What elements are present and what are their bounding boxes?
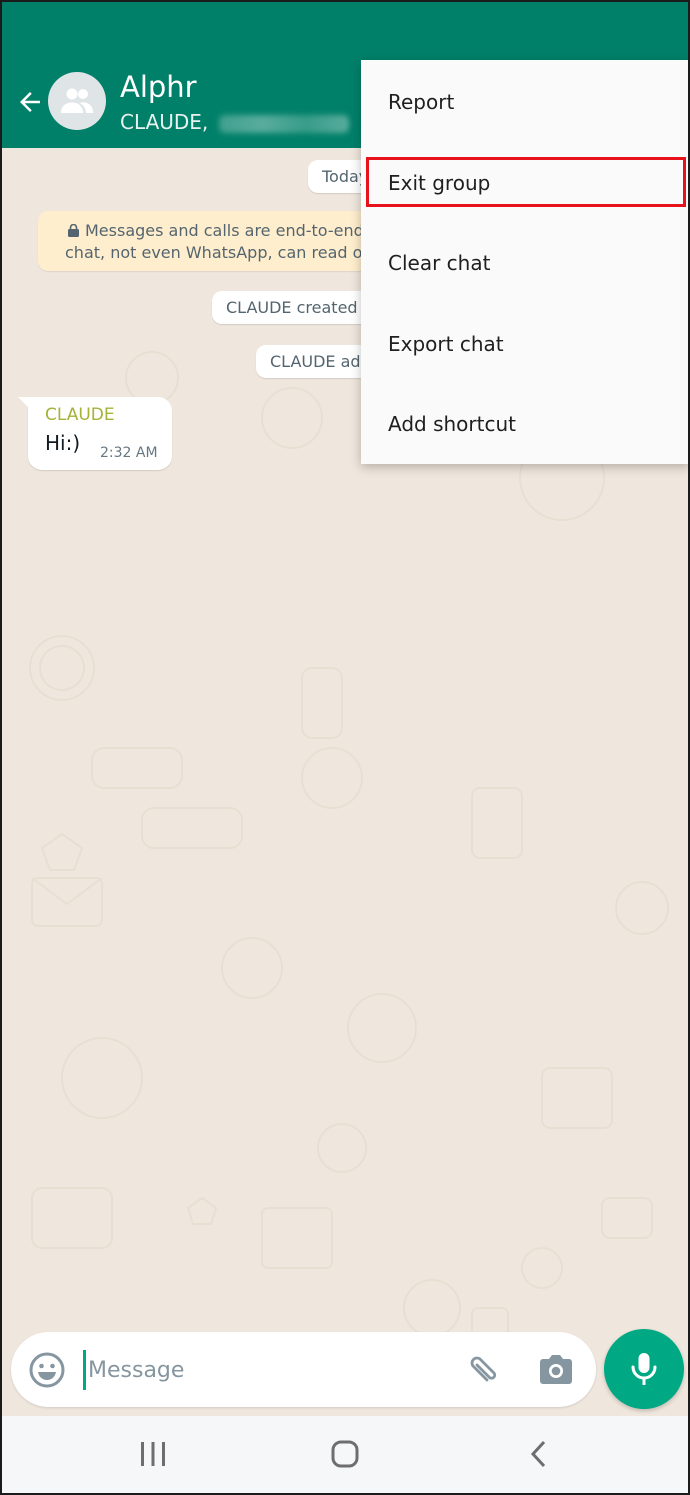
- menu-item-clear-chat[interactable]: Clear chat: [361, 223, 688, 303]
- microphone-icon: [631, 1353, 657, 1385]
- camera-button[interactable]: [536, 1350, 576, 1390]
- redacted-phone-number: [218, 114, 349, 133]
- recent-apps-icon: [141, 1442, 165, 1466]
- message-composer: [11, 1332, 596, 1407]
- menu-item-add-shortcut[interactable]: Add shortcut: [361, 384, 688, 464]
- encryption-notice-line2: chat, not even WhatsApp, can read or: [65, 243, 369, 262]
- attach-button[interactable]: [461, 1350, 501, 1390]
- group-avatar[interactable]: [48, 72, 106, 130]
- overflow-menu: Report Exit group Clear chat Export chat…: [361, 60, 688, 464]
- menu-item-export-chat[interactable]: Export chat: [361, 304, 688, 384]
- message-time: 2:32 AM: [100, 445, 158, 461]
- encryption-notice-line1: Messages and calls are end-to-end: [85, 221, 364, 240]
- message-text: Hi:): [45, 431, 81, 455]
- menu-item-report[interactable]: Report: [361, 62, 688, 142]
- message-bubble[interactable]: CLAUDE Hi:) 2:32 AM: [18, 397, 172, 470]
- system-message-created: CLAUDE created: [212, 291, 372, 324]
- lock-icon: [68, 221, 79, 242]
- menu-item-exit-group[interactable]: Exit group: [361, 143, 688, 223]
- recent-apps-button[interactable]: [128, 1434, 178, 1474]
- back-button[interactable]: [10, 82, 50, 122]
- message-sender: CLAUDE: [45, 405, 115, 425]
- group-title[interactable]: Alphr: [120, 70, 197, 104]
- group-icon: [61, 88, 93, 113]
- whatsapp-chat-screen: Alphr CLAUDE, Today Messages and calls a…: [2, 2, 688, 1493]
- arrow-left-icon: [20, 92, 40, 112]
- home-icon: [331, 1440, 359, 1468]
- system-nav-bar: [2, 1416, 688, 1493]
- system-message-added: CLAUDE ad: [256, 345, 375, 378]
- system-back-button[interactable]: [514, 1434, 564, 1474]
- group-members[interactable]: CLAUDE,: [120, 110, 349, 134]
- status-bar: [2, 2, 688, 54]
- chevron-left-icon: [530, 1440, 546, 1468]
- paperclip-icon: [470, 1356, 497, 1382]
- emoji-button[interactable]: [27, 1350, 67, 1390]
- voice-message-button[interactable]: [604, 1329, 684, 1409]
- camera-icon: [540, 1355, 572, 1384]
- message-input[interactable]: [83, 1350, 443, 1390]
- home-button[interactable]: [320, 1434, 370, 1474]
- members-prefix: CLAUDE,: [120, 110, 215, 134]
- emoji-icon: [29, 1352, 65, 1388]
